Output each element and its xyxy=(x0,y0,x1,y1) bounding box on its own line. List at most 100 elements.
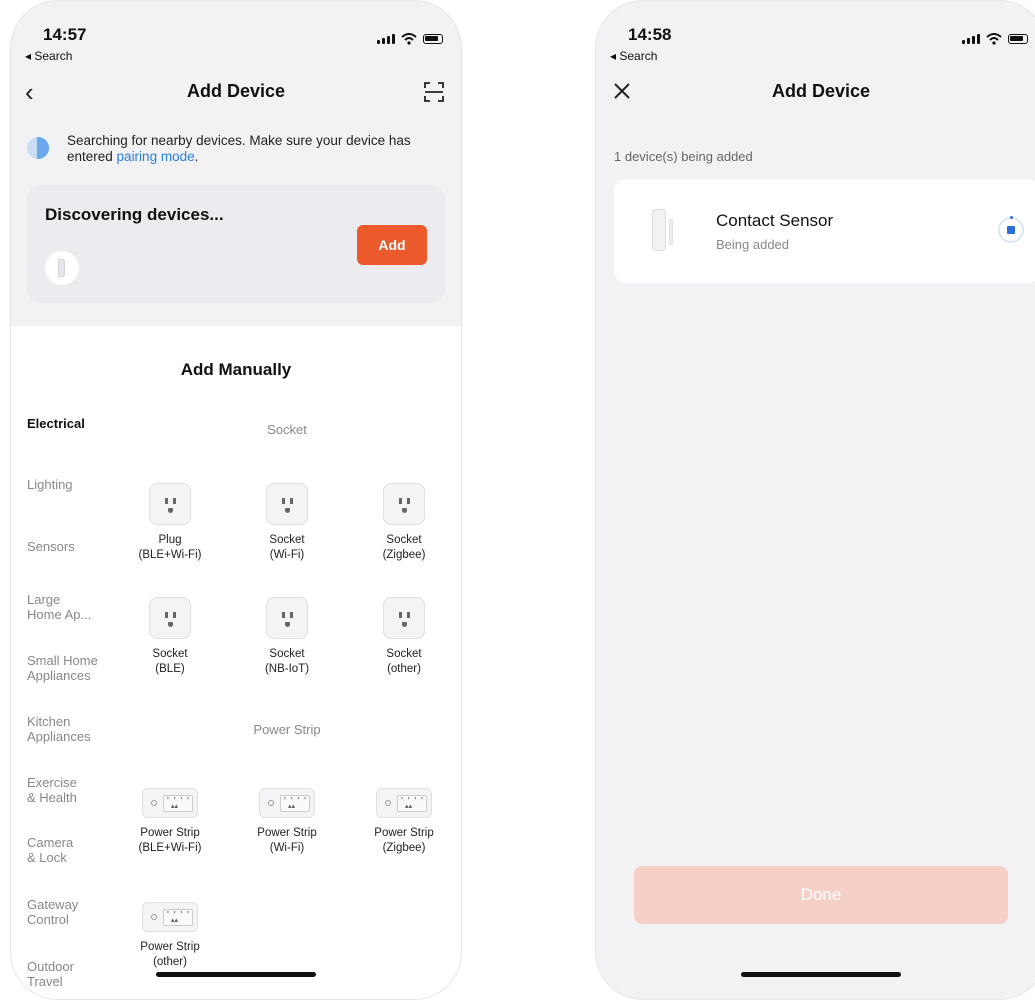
category-label: Small Home xyxy=(27,653,98,668)
category-outdoor-travel[interactable]: Outdoor Travel xyxy=(27,959,117,989)
tile-label-line: Socket xyxy=(152,648,188,660)
back-to-search-link[interactable]: ◂ Search xyxy=(25,49,72,63)
device-tile-socket-zigbee[interactable]: Socket (Zigbee) xyxy=(354,483,454,563)
tile-label-line: (Zigbee) xyxy=(382,842,426,854)
category-sensors[interactable]: Sensors xyxy=(27,539,117,554)
add-device-screen-right: 14:58 ◂ Search Add Device 1 device(s) be… xyxy=(595,0,1035,1000)
search-hint: Searching for nearby devices. Make sure … xyxy=(27,133,445,165)
home-indicator[interactable] xyxy=(741,972,901,977)
searching-icon xyxy=(27,137,49,159)
category-label: Camera xyxy=(27,835,74,850)
device-tile-plug-ble-wifi[interactable]: Plug (BLE+Wi-Fi) xyxy=(120,483,220,563)
tile-label: Power Strip (Wi-Fi) xyxy=(237,826,337,856)
device-tile-socket-wifi[interactable]: Socket (Wi-Fi) xyxy=(237,483,337,563)
done-button[interactable]: Done xyxy=(634,866,1008,924)
wifi-icon xyxy=(401,33,417,45)
home-indicator[interactable] xyxy=(156,972,316,977)
category-camera-lock[interactable]: Camera & Lock xyxy=(27,835,117,865)
category-label: Travel xyxy=(27,974,63,989)
device-tile-power-strip-ble-wifi[interactable]: Power Strip (BLE+Wi-Fi) xyxy=(120,788,220,856)
category-label: Large xyxy=(27,592,61,607)
category-label: Home Ap... xyxy=(27,607,92,622)
add-button[interactable]: Add xyxy=(357,225,427,265)
add-manually-title: Add Manually xyxy=(180,360,292,379)
device-tile-socket-nb-iot[interactable]: Socket (NB-IoT) xyxy=(237,597,337,677)
category-exercise-health[interactable]: Exercise & Health xyxy=(27,775,117,805)
tile-label-line: Power Strip xyxy=(140,941,200,953)
tile-label-line: (BLE+Wi-Fi) xyxy=(138,549,202,561)
tile-label: Socket (NB-IoT) xyxy=(237,647,337,677)
discovering-title: Discovering devices... xyxy=(45,205,224,224)
category-lighting[interactable]: Lighting xyxy=(27,477,117,492)
device-tile-socket-other[interactable]: Socket (other) xyxy=(354,597,454,677)
socket-icon xyxy=(266,483,308,525)
tile-label-line: Power Strip xyxy=(140,827,200,839)
tile-label: Socket (other) xyxy=(354,647,454,677)
page-title: Add Device xyxy=(771,81,871,101)
socket-icon xyxy=(266,597,308,639)
category-label: Control xyxy=(27,912,69,927)
status-time: 14:57 xyxy=(43,25,87,44)
device-status: Being added xyxy=(716,237,790,252)
device-tile-socket-ble[interactable]: Socket (BLE) xyxy=(120,597,220,677)
category-label: Kitchen xyxy=(27,714,71,729)
category-label: Outdoor xyxy=(27,959,74,974)
category-label: & Health xyxy=(27,790,77,805)
wifi-icon xyxy=(986,33,1002,45)
power-strip-icon xyxy=(142,902,198,932)
category-label: Appliances xyxy=(27,668,91,683)
scan-icon[interactable] xyxy=(423,81,445,103)
add-device-screen-left: 14:57 ◂ Search ‹ Add Device Searching fo… xyxy=(10,0,462,1000)
section-socket: Socket xyxy=(267,422,307,437)
tile-label-line: (Wi-Fi) xyxy=(269,549,305,561)
device-tile-power-strip-zigbee[interactable]: Power Strip (Zigbee) xyxy=(354,788,454,856)
tile-label-line: Power Strip xyxy=(257,827,317,839)
battery-icon xyxy=(1008,34,1028,44)
contact-sensor-icon xyxy=(652,209,666,251)
status-time: 14:58 xyxy=(628,25,672,44)
tile-label-line: Socket xyxy=(386,648,422,660)
category-label: Gateway xyxy=(27,897,79,912)
category-kitchen-appliances[interactable]: Kitchen Appliances xyxy=(27,714,117,744)
pairing-mode-link[interactable]: pairing mode xyxy=(117,149,195,164)
tile-label: Socket (Zigbee) xyxy=(354,533,454,563)
category-label: Sensors xyxy=(27,539,75,554)
back-to-search-link[interactable]: ◂ Search xyxy=(610,49,657,63)
power-strip-icon xyxy=(142,788,198,818)
device-tile-power-strip-wifi[interactable]: Power Strip (Wi-Fi) xyxy=(237,788,337,856)
section-power-strip: Power Strip xyxy=(253,722,321,737)
category-label: & Lock xyxy=(27,850,67,865)
status-icons xyxy=(962,33,1028,45)
tile-label-line: Socket xyxy=(269,648,305,660)
hint-text: Searching for nearby devices. Make sure … xyxy=(67,133,445,165)
status-bar: 14:57 ◂ Search xyxy=(11,19,461,63)
signal-icon xyxy=(377,34,395,44)
discovered-device-icon[interactable] xyxy=(45,251,79,285)
category-gateway-control[interactable]: Gateway Control xyxy=(27,897,117,927)
device-name: Contact Sensor xyxy=(716,211,834,230)
category-label: Exercise xyxy=(27,775,77,790)
device-card[interactable]: Contact Sensor Being added xyxy=(614,179,1035,283)
tile-label-line: (Wi-Fi) xyxy=(269,842,305,854)
category-small-home-appliances[interactable]: Small Home Appliances xyxy=(27,653,117,683)
battery-icon xyxy=(423,34,443,44)
status-bar: 14:58 ◂ Search xyxy=(596,19,1035,63)
tile-label-line: (other) xyxy=(153,956,187,968)
category-electrical[interactable]: Electrical xyxy=(27,416,117,431)
tile-label-line: (Zigbee) xyxy=(382,549,426,561)
tile-label-line: Socket xyxy=(269,534,305,546)
power-strip-icon xyxy=(376,788,432,818)
tile-label: Socket (Wi-Fi) xyxy=(237,533,337,563)
page-title: Add Device xyxy=(186,81,286,101)
tile-label-line: (BLE) xyxy=(155,663,185,675)
signal-icon xyxy=(962,34,980,44)
tile-label: Power Strip (Zigbee) xyxy=(354,826,454,856)
add-manually-panel: Add Manually Electrical Lighting Sensors… xyxy=(11,326,461,999)
category-label: Electrical xyxy=(27,416,85,431)
tile-label-line: Socket xyxy=(386,534,422,546)
tile-label: Socket (BLE) xyxy=(120,647,220,677)
category-large-home-appliances[interactable]: Large Home Ap... xyxy=(27,592,117,622)
tile-label: Plug (BLE+Wi-Fi) xyxy=(120,533,220,563)
socket-icon xyxy=(149,597,191,639)
device-tile-power-strip-other[interactable]: Power Strip (other) xyxy=(120,902,220,970)
